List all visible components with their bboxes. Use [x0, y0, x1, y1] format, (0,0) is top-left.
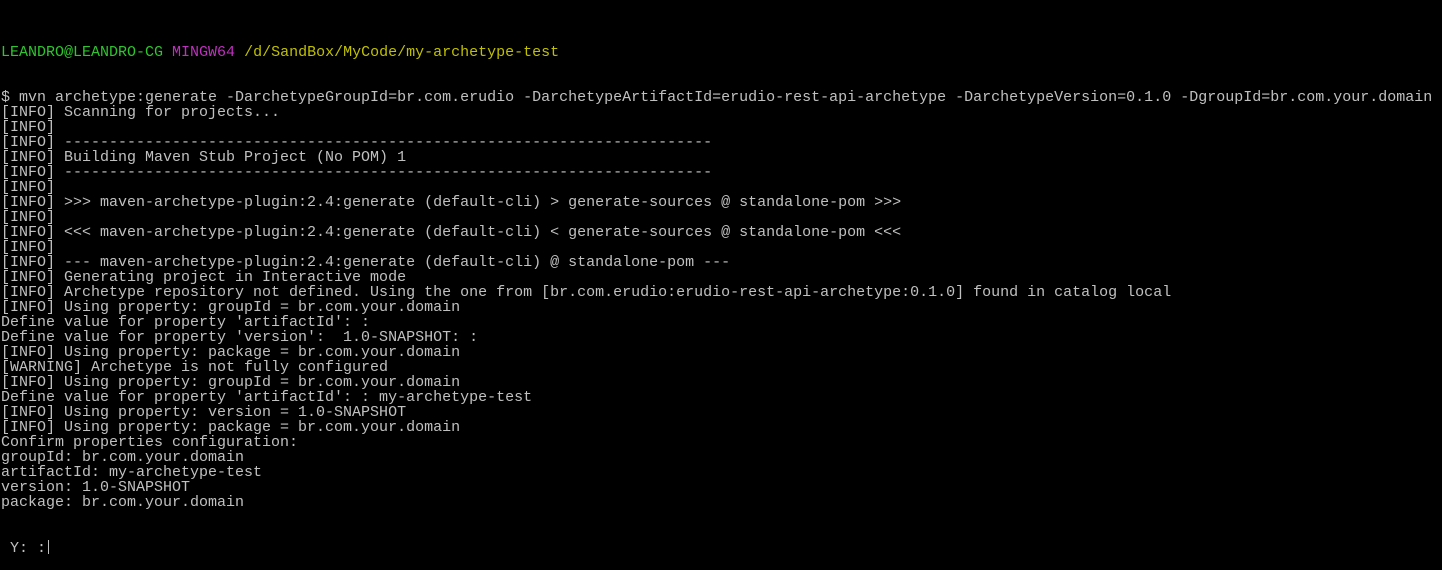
output-line: [INFO] ---------------------------------…: [1, 134, 713, 151]
output-line: [INFO] ---------------------------------…: [1, 164, 713, 181]
terminal-output: $ mvn archetype:generate -DarchetypeGrou…: [1, 90, 1432, 510]
output-line: [INFO]: [1, 119, 56, 136]
output-line: [INFO] >>> maven-archetype-plugin:2.4:ge…: [1, 194, 902, 211]
input-line[interactable]: Y: :: [1, 540, 1432, 557]
output-line: [INFO]: [1, 179, 56, 196]
output-line: package: br.com.your.domain: [1, 494, 245, 511]
output-line: groupId: br.com.your.domain: [1, 449, 245, 466]
output-line: [INFO] --- maven-archetype-plugin:2.4:ge…: [1, 254, 731, 271]
output-line: [INFO] Building Maven Stub Project (No P…: [1, 149, 407, 166]
output-line: [INFO] Using property: groupId = br.com.…: [1, 299, 461, 316]
output-line: [INFO] Using property: package = br.com.…: [1, 419, 461, 436]
text-cursor: [48, 540, 50, 554]
output-line: [INFO]: [1, 239, 56, 256]
user-host: LEANDRO@LEANDRO-CG: [1, 44, 164, 61]
current-directory: /d/SandBox/MyCode/my-archetype-test: [244, 44, 560, 61]
output-line: artifactId: my-archetype-test: [1, 464, 263, 481]
output-line: [INFO] Scanning for projects...: [1, 104, 281, 121]
output-line: Confirm properties configuration:: [1, 434, 299, 451]
confirm-prompt: Y: :: [1, 540, 47, 557]
output-line: Define value for property 'artifactId': …: [1, 389, 533, 406]
system-name: MINGW64: [172, 44, 236, 61]
terminal-window[interactable]: LEANDRO@LEANDRO-CG MINGW64 /d/SandBox/My…: [1, 15, 1432, 570]
output-line: [INFO] Using property: groupId = br.com.…: [1, 374, 461, 391]
output-line: Define value for property 'artifactId': …: [1, 314, 371, 331]
output-line: [INFO]: [1, 209, 56, 226]
output-line: [INFO] Using property: package = br.com.…: [1, 344, 461, 361]
output-line: [INFO] <<< maven-archetype-plugin:2.4:ge…: [1, 224, 902, 241]
output-line: [INFO] Using property: version = 1.0-SNA…: [1, 404, 407, 421]
output-line: version: 1.0-SNAPSHOT: [1, 479, 191, 496]
output-line: Define value for property 'version': 1.0…: [1, 329, 479, 346]
output-line: [WARNING] Archetype is not fully configu…: [1, 359, 389, 376]
command-line: $ mvn archetype:generate -DarchetypeGrou…: [1, 89, 1433, 106]
output-line: [INFO] Generating project in Interactive…: [1, 269, 407, 286]
shell-prompt: LEANDRO@LEANDRO-CG MINGW64 /d/SandBox/My…: [1, 45, 1432, 60]
output-line: [INFO] Archetype repository not defined.…: [1, 284, 1172, 301]
